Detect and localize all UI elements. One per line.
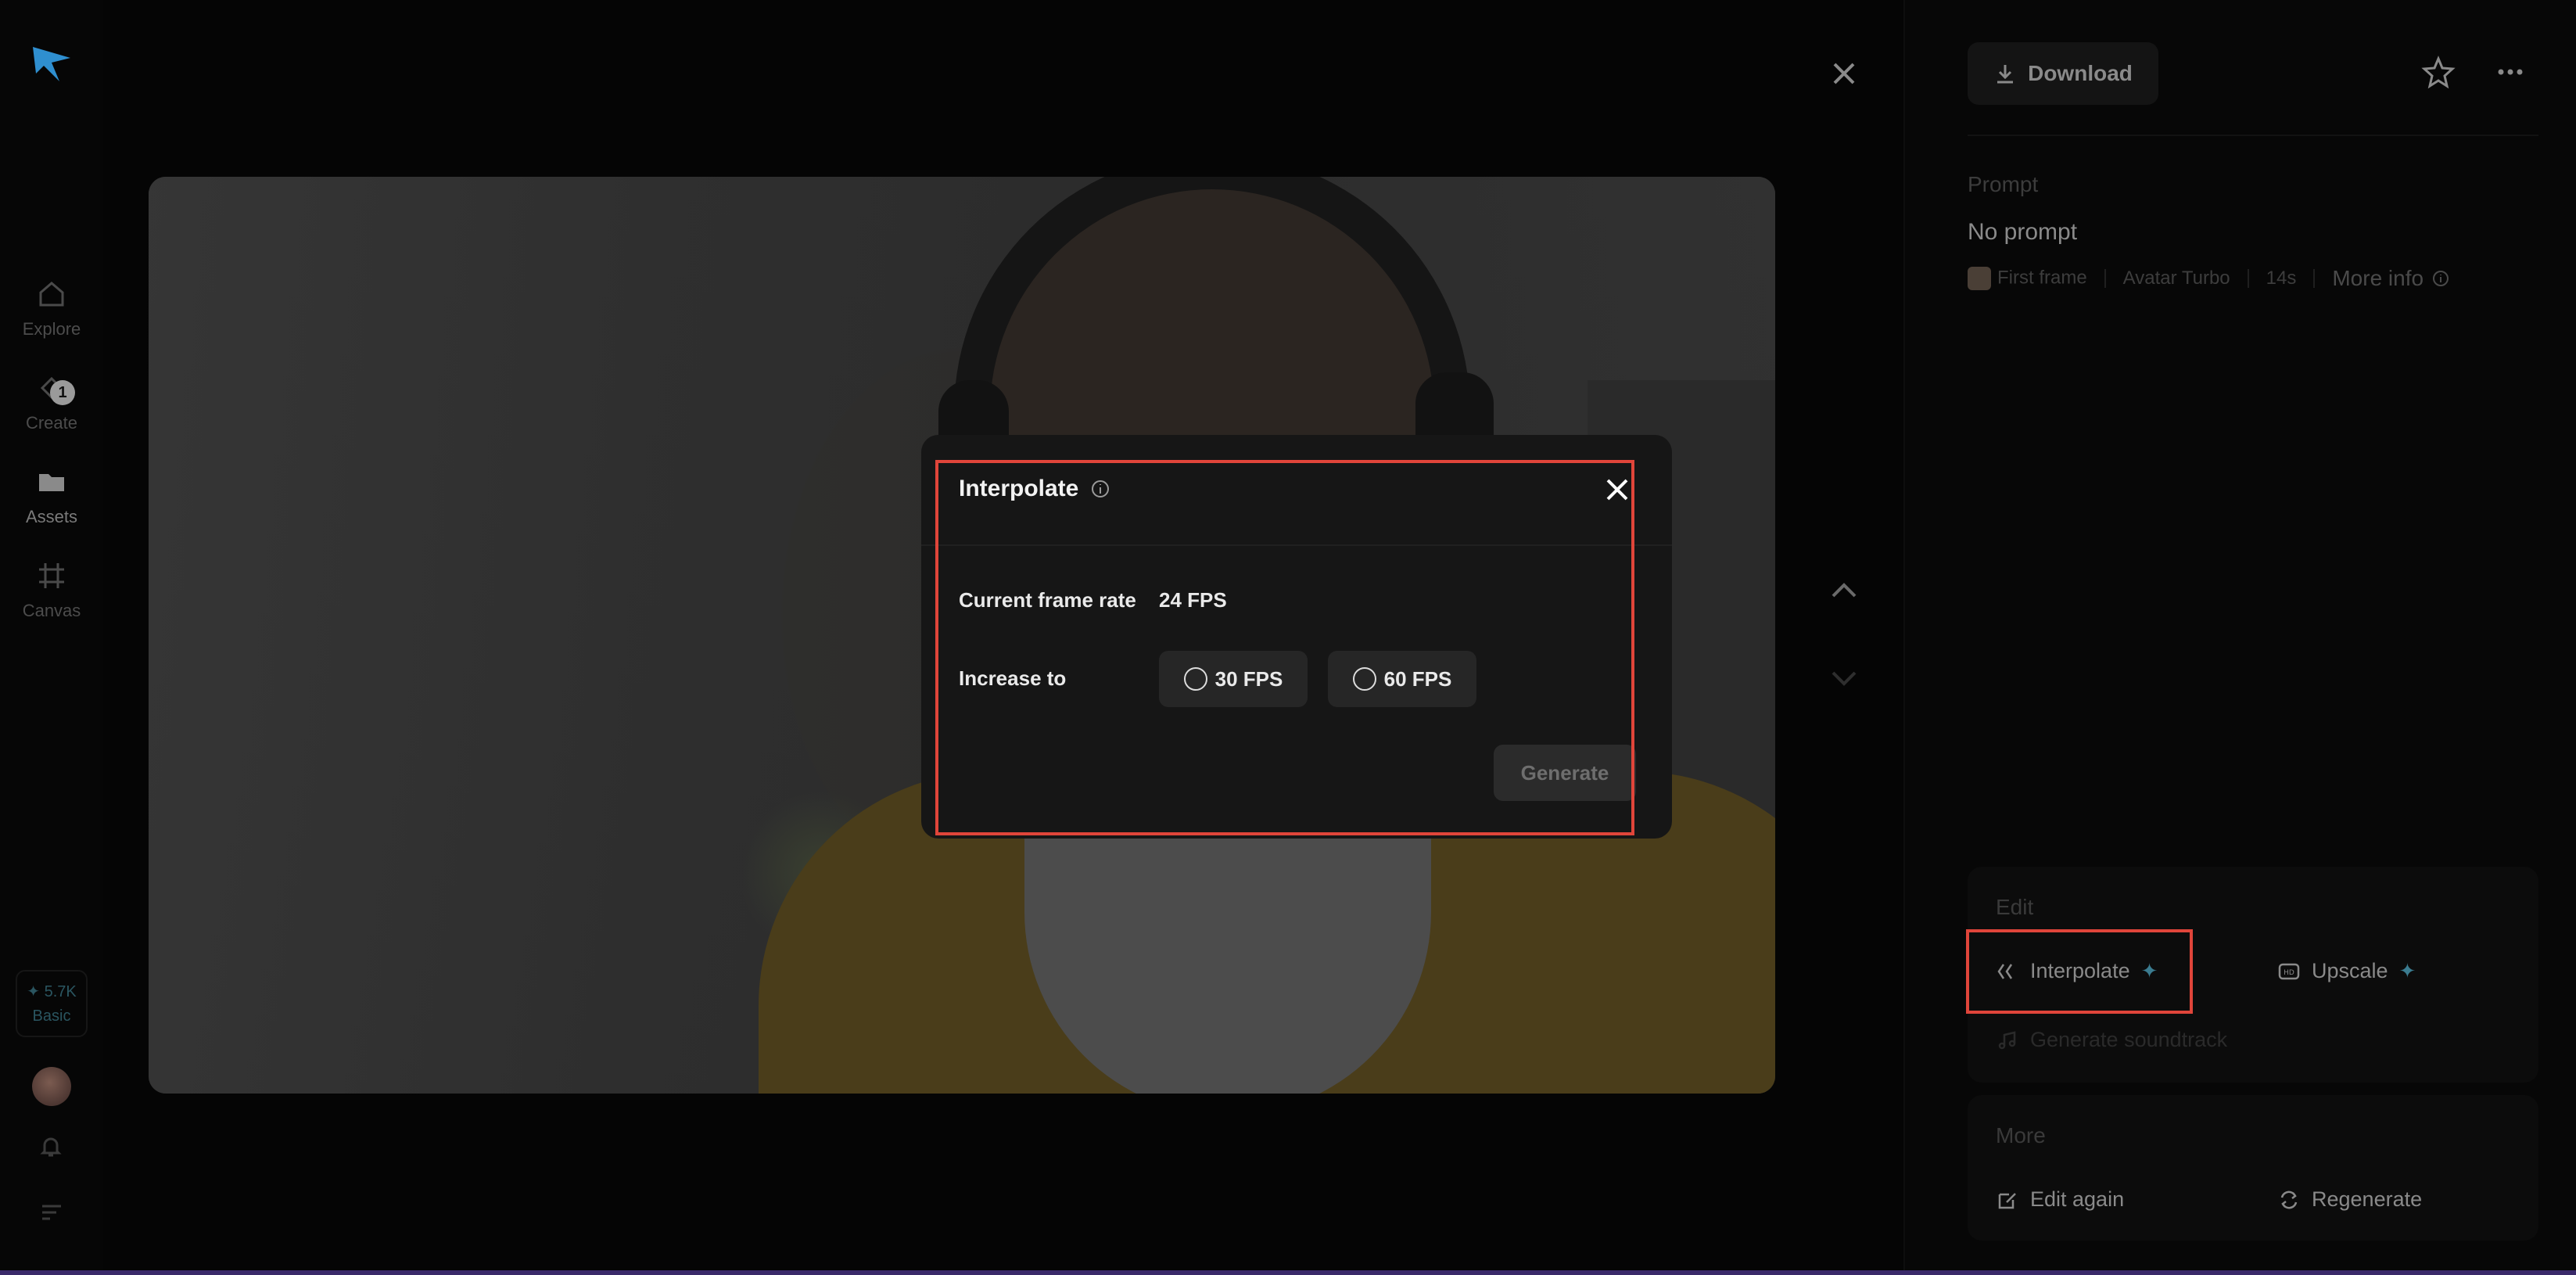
credits-badge[interactable]: ✦ 5.7K Basic <box>16 970 88 1037</box>
generate-soundtrack-button[interactable]: Generate soundtrack <box>1996 1028 2227 1052</box>
download-icon <box>1997 65 2014 84</box>
menu-icon[interactable] <box>36 1197 67 1228</box>
nav-item-create[interactable]: 1 Create <box>0 371 103 433</box>
left-nav: Explore 1 Create Assets Canvas ✦ 5.7K Ba… <box>0 0 103 1275</box>
create-badge: 1 <box>50 380 75 405</box>
first-frame-label: First frame <box>1997 267 2087 289</box>
nav-label-assets: Assets <box>25 507 78 526</box>
more-info-link[interactable]: More info <box>2332 266 2450 291</box>
first-frame-thumbnail <box>1968 267 1991 290</box>
credits-amount: ✦ 5.7K <box>27 983 77 1000</box>
more-options-icon[interactable] <box>2493 55 2528 89</box>
upscale-label: Upscale <box>2312 959 2388 982</box>
prompt-label: Prompt <box>1968 172 2039 196</box>
folder-icon <box>39 474 64 491</box>
download-label: Download <box>2028 61 2133 85</box>
dialog-highlight <box>935 460 1634 835</box>
edit-again-label: Edit again <box>2030 1187 2125 1211</box>
interpolate-highlight <box>1966 929 2193 1014</box>
details-panel: Download Prompt No prompt First frame Av… <box>1903 0 2576 1275</box>
regenerate-label: Regenerate <box>2312 1187 2423 1211</box>
canvas-icon <box>39 563 64 588</box>
logo-icon[interactable] <box>28 39 75 86</box>
duration-label: 14s <box>2266 268 2297 289</box>
chevron-down-icon[interactable] <box>1827 665 1861 693</box>
edit-icon <box>1998 1192 2016 1209</box>
close-icon[interactable] <box>1827 56 1861 91</box>
nav-item-assets[interactable]: Assets <box>0 465 103 527</box>
nav-item-explore[interactable]: Explore <box>0 277 103 339</box>
chevron-up-icon[interactable] <box>1827 576 1861 604</box>
nav-label-canvas: Canvas <box>22 601 81 620</box>
bell-icon[interactable] <box>35 1131 66 1162</box>
edit-again-button[interactable]: Edit again <box>1996 1187 2124 1212</box>
edit-section-title: Edit <box>1996 895 2034 919</box>
home-icon <box>39 282 64 307</box>
divider <box>1968 135 2538 136</box>
first-frame-tag[interactable]: First frame <box>1968 267 2087 290</box>
prompt-value: No prompt <box>1968 219 2078 245</box>
meta-row: First frame Avatar Turbo 14s More info <box>1968 266 2450 291</box>
more-section: More Edit again Regenerate <box>1968 1095 2538 1241</box>
download-button[interactable]: Download <box>1968 42 2158 105</box>
nav-label-create: Create <box>25 413 78 433</box>
upscale-button[interactable]: HD Upscale ✦ <box>2277 959 2416 983</box>
sparkle-icon: ✦ <box>2398 959 2416 982</box>
more-section-title: More <box>1996 1123 2046 1148</box>
avatar[interactable] <box>32 1067 71 1106</box>
soundtrack-label: Generate soundtrack <box>2030 1028 2228 1051</box>
nav-item-canvas[interactable]: Canvas <box>0 558 103 621</box>
regenerate-button[interactable]: Regenerate <box>2277 1187 2422 1212</box>
star-icon[interactable] <box>2421 55 2456 89</box>
plan-label: Basic <box>32 1007 71 1025</box>
more-info-label: More info <box>2332 266 2424 290</box>
nav-label-explore: Explore <box>22 319 81 339</box>
regenerate-icon <box>2280 1191 2298 1209</box>
app-root: Explore 1 Create Assets Canvas ✦ 5.7K Ba… <box>0 0 2576 1275</box>
hd-icon: HD <box>2278 963 2300 979</box>
model-label: Avatar Turbo <box>2122 268 2230 289</box>
music-icon <box>1998 1030 2016 1049</box>
info-icon <box>2433 271 2449 286</box>
bottom-strip <box>0 1270 2576 1275</box>
svg-text:HD: HD <box>2284 969 2294 977</box>
